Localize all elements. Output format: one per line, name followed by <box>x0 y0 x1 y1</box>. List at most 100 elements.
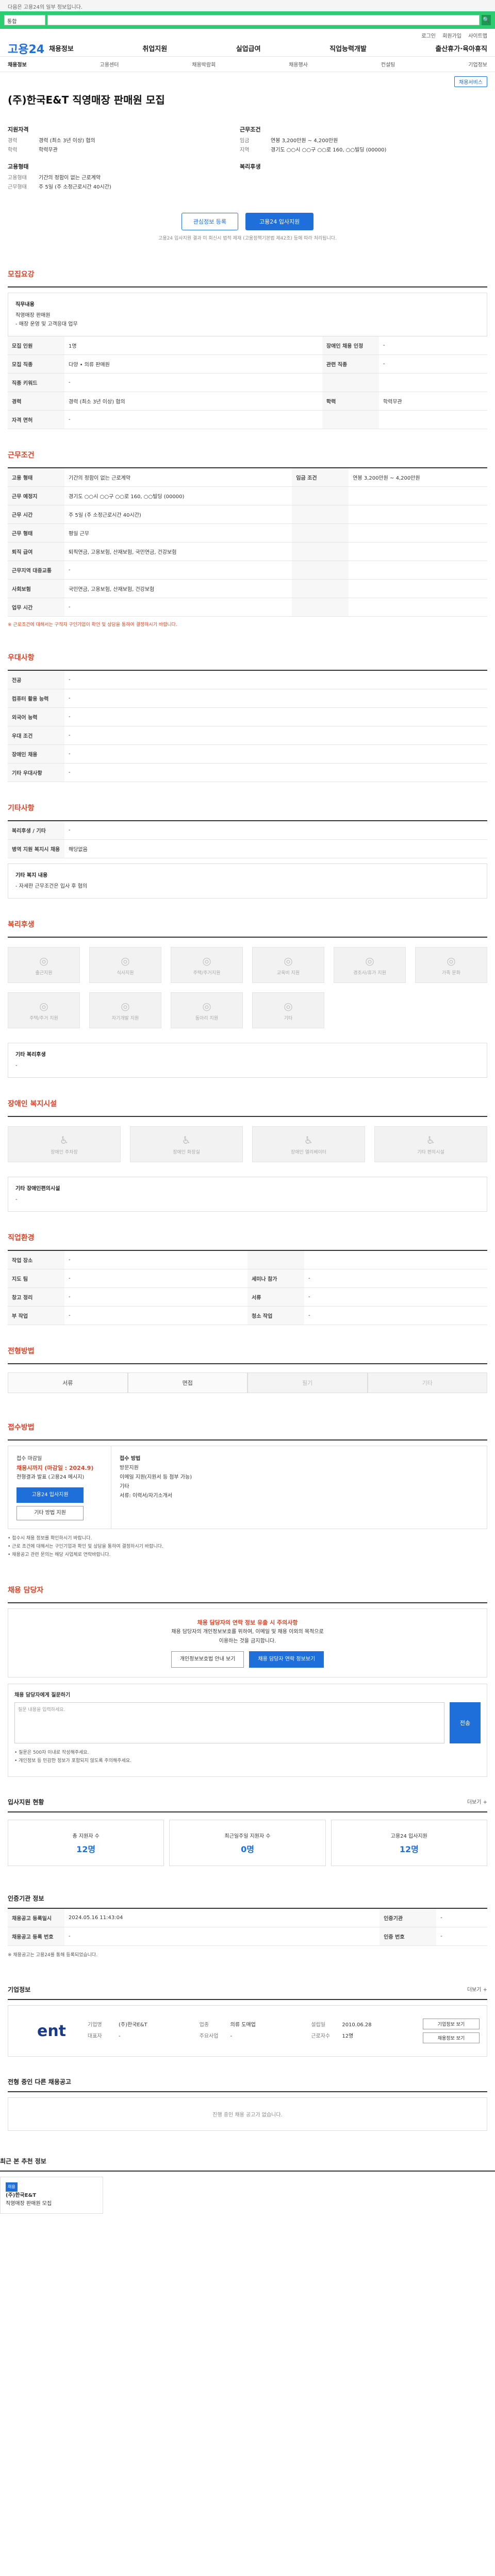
section-title: 입사지원 현황 더보기 + <box>8 1777 487 1812</box>
company-jobs-button[interactable]: 채용정보 보기 <box>423 2032 480 2043</box>
privacy-button[interactable]: 개인정보보호법 안내 보기 <box>171 1651 244 1668</box>
section-title: 복리후생 <box>8 899 487 938</box>
nav-item[interactable]: 출산휴가·육아휴직 <box>435 43 487 53</box>
receipt-label: 접수 방법 <box>120 1456 141 1462</box>
subnav-item[interactable]: 고용센터 <box>100 60 119 68</box>
process-tab[interactable]: 면접 <box>127 1372 248 1393</box>
benefit-item: ♿ 기타 편의시설 <box>374 1126 487 1162</box>
scrap-button[interactable]: 관심정보 등록 <box>181 213 238 230</box>
search-icon[interactable]: 🔍 <box>482 15 491 25</box>
table-header-cell: 전공 <box>8 671 64 689</box>
table-row: 복리후생 / 기타 - <box>8 821 487 840</box>
section-pref: 우대사항 전공 - 컴퓨터 활용 능력 - 외국어 능력 - 우대 조건 - 장애인 채용 - 기타… <box>0 632 495 782</box>
contact-view-button[interactable]: 채용 담당자 연락 정보보기 <box>249 1651 324 1668</box>
company-box: ent 기업명 (주)한국E&T 업종 의류 도매업 설립일 2010.06.28 대표자 -… <box>8 2005 487 2057</box>
question-input[interactable]: 질문 내용을 입력하세요. <box>14 1702 444 1743</box>
table-cell <box>349 542 487 561</box>
table-cell: - <box>304 1287 487 1307</box>
benefit-icon: ◎ <box>121 954 130 967</box>
section-env: 직업환경 작업 장소 - 지도 팀 - 세미나 참가 - 창고 정리 - 서류 - 부 작업 - 청소 … <box>0 1212 495 1325</box>
subnav-item[interactable]: 채용행사 <box>289 60 308 68</box>
nav-item[interactable]: 취업지원 <box>142 43 167 53</box>
search-input[interactable] <box>47 15 480 25</box>
nav-item[interactable]: 직업능력개발 <box>329 43 367 53</box>
table-row: 외국어 능력 - <box>8 707 487 726</box>
section-title: 기업정보 더보기 + <box>8 1964 487 2000</box>
more-link[interactable]: 더보기 + <box>467 1798 487 1805</box>
table-header-cell <box>292 505 349 524</box>
question-send-button[interactable]: 전송 <box>450 1702 481 1743</box>
section-etc: 기타사항 복리후생 / 기타 - 병역 지원 복지시 채용 해당없음 기타 복지 내용… <box>0 782 495 899</box>
table-header-cell: 경력 <box>8 392 64 411</box>
contact-line: 채용 담당자의 개인정보보호를 위하여, 이메일 및 채용 이외의 목적으로 <box>171 1629 324 1635</box>
table-header-cell: 학력 <box>322 392 379 411</box>
search-category-select[interactable]: 통합 <box>4 15 45 25</box>
table-header-cell: 청소 작업 <box>248 1306 304 1325</box>
signup-link[interactable]: 회원가입 <box>442 33 461 39</box>
stat-label: 고용24 입사지원 <box>390 1833 427 1839</box>
apply-button-small[interactable]: 고용24 입사지원 <box>16 1487 84 1503</box>
process-tab[interactable]: 기타 <box>367 1372 487 1393</box>
more-link[interactable]: 더보기 + <box>467 1985 487 1993</box>
stat-value: 0명 <box>241 1844 254 1854</box>
table-header-cell: 임금 조건 <box>292 468 349 487</box>
benefit-item: ◎ 출근지원 <box>8 947 80 983</box>
table-header-cell: 우대 조건 <box>8 726 64 745</box>
subnav-item[interactable]: 채용박람회 <box>192 60 216 68</box>
company-meta-key: 설립일 <box>311 2022 325 2028</box>
table-cell: 연봉 3,200만원 ~ 4,200만원 <box>349 468 487 487</box>
stat-card: 총 지원자 수 12명 <box>8 1820 164 1866</box>
table-header-cell: 근무지역 대중교통 <box>8 561 64 580</box>
benefit-icon: ◎ <box>284 999 293 1012</box>
subnav-item[interactable]: 기업정보 <box>468 60 487 68</box>
table-header-cell: 외국어 능력 <box>8 707 64 726</box>
table-cell: 기간의 정함이 없는 근로계약 <box>64 468 292 487</box>
benefit-label: 출근지원 <box>35 970 53 976</box>
section-process: 전형방법 서류 면접 필기 기타 <box>0 1325 495 1401</box>
section-receipt: 접수방법 접수 마감일 채용시까지 (마감일 : 2024.9) 전형결과 발표… <box>0 1401 495 1564</box>
table-row: 지도 팀 - 세미나 참가 - <box>8 1269 487 1288</box>
subnav-item[interactable]: 컨설팅 <box>381 60 395 68</box>
nav-item[interactable]: 채용정보 <box>49 43 74 53</box>
summary-heading: 지원자격 <box>8 126 29 133</box>
section-title: 전형 중인 다른 채용공고 <box>8 2057 487 2092</box>
company-meta-value: 의류 도매업 <box>230 2022 256 2028</box>
table-row: 채용공고 등록 번호 - 인증 번호 - <box>8 1927 487 1946</box>
table-header-cell: 사회보험 <box>8 579 64 598</box>
company-info-button[interactable]: 기업정보 보기 <box>423 2019 480 2029</box>
welfare-box: 기타 복리후생 - <box>8 1043 487 1078</box>
recent-card[interactable]: 채용 (주)한국E&T 직영매장 판매원 모집 <box>0 2177 103 2214</box>
logo[interactable]: 고용24 <box>8 40 49 57</box>
stat-label: 최근일주일 지원자 수 <box>224 1833 271 1839</box>
box-line: - 자세한 근무조건은 입사 후 협의 <box>15 884 88 889</box>
benefit-label: 가족 문화 <box>442 970 460 976</box>
table-header-cell: 지도 팀 <box>8 1269 64 1288</box>
subnav-item[interactable]: 채용정보 <box>8 60 27 68</box>
table-header-cell: 장애인 채용 인정 <box>322 336 379 355</box>
process-tab[interactable]: 서류 <box>8 1372 128 1393</box>
benefit-icon: ♿ <box>59 1133 69 1146</box>
service-button[interactable]: 채용서비스 <box>454 76 487 87</box>
table-row: 고용 형태 기간의 정함이 없는 근로계약 임금 조건 연봉 3,200만원 ~ 4,… <box>8 468 487 487</box>
benefit-item: ♿ 장애인 화장실 <box>130 1126 243 1162</box>
main-nav: 채용정보 취업지원 실업급여 직업능력개발 출산휴가·육아휴직 <box>49 43 487 53</box>
table-row: 창고 정리 - 서류 - <box>8 1287 487 1307</box>
process-tab[interactable]: 필기 <box>248 1372 368 1393</box>
apply-button[interactable]: 고용24 입사지원 <box>245 213 314 230</box>
section-contact: 채용 담당자 채용 담당자의 연락 정보 유출 시 주의사항 채용 담당자의 개… <box>0 1564 495 1777</box>
benefit-label: 경조사/휴가 지원 <box>353 970 386 976</box>
table-header-cell: 서류 <box>248 1287 304 1307</box>
section-title: 우대사항 <box>8 632 487 671</box>
table-header-cell: 모집 인원 <box>8 336 64 355</box>
table-row: 장애인 채용 - <box>8 744 487 764</box>
login-link[interactable]: 로그인 <box>421 33 436 39</box>
box-title: 기타 장애인편의시설 <box>15 1186 60 1192</box>
section-company: 기업정보 더보기 + ent 기업명 (주)한국E&T 업종 의류 도매업 설립일 2010… <box>0 1964 495 2057</box>
nav-item[interactable]: 실업급여 <box>236 43 261 53</box>
table-cell <box>349 505 487 524</box>
deadline: 채용시까지 (마감일 : 2024.9) <box>16 1465 94 1471</box>
sitemap-link[interactable]: 사이트맵 <box>468 33 487 39</box>
stat-card: 최근일주일 지원자 수 0명 <box>169 1820 326 1866</box>
other-apply-button[interactable]: 기타 방법 지원 <box>16 1506 84 1520</box>
table-header-cell: 모집 직종 <box>8 354 64 374</box>
